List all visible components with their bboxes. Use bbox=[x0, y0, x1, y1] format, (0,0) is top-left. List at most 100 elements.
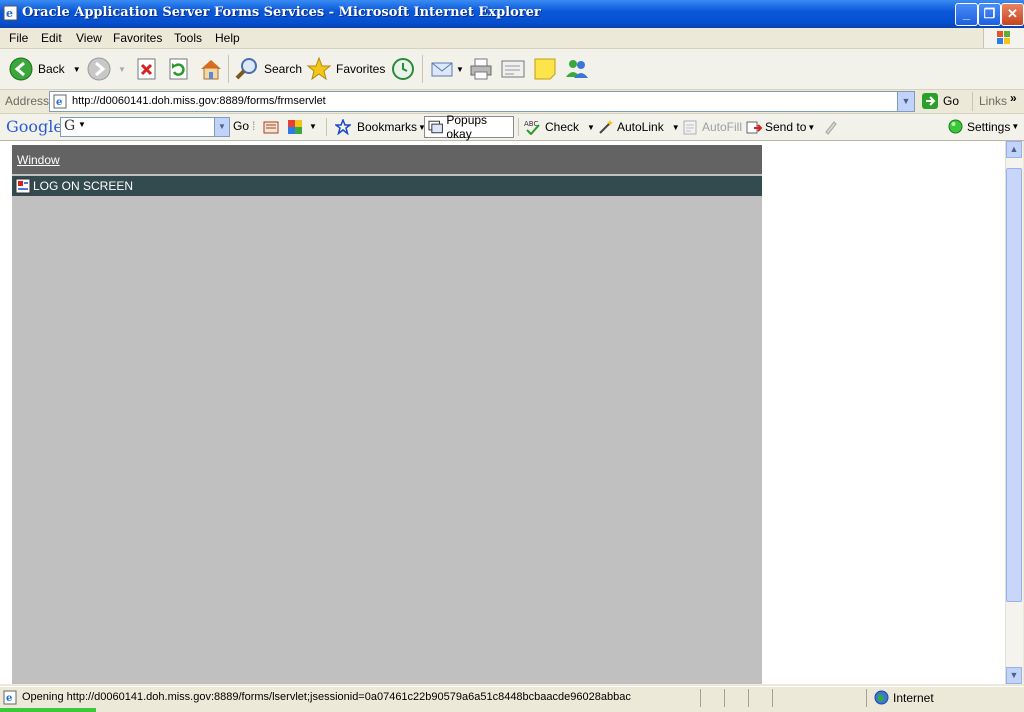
links-label[interactable]: Links bbox=[979, 94, 1007, 108]
search-icon bbox=[235, 58, 257, 80]
windows-logo bbox=[983, 28, 1024, 48]
links-chevron-icon[interactable]: » bbox=[1010, 91, 1017, 105]
go-label: Go bbox=[943, 94, 960, 108]
scrollbar-thumb[interactable] bbox=[1006, 168, 1022, 602]
bookmarks-star-icon bbox=[335, 119, 351, 135]
google-search-input[interactable]: G ▼ ▼ bbox=[60, 117, 230, 137]
mail-dropdown-icon[interactable]: ▼ bbox=[456, 65, 464, 74]
close-button[interactable]: ✕ bbox=[1001, 3, 1024, 26]
scroll-down-icon[interactable]: ▼ bbox=[1006, 667, 1022, 684]
maximize-button[interactable]: ❐ bbox=[978, 3, 1001, 26]
highlighter-icon[interactable] bbox=[822, 119, 838, 135]
autolink-button[interactable]: AutoLink ▼ bbox=[597, 119, 680, 135]
applet-menu-window-label: Window bbox=[17, 153, 60, 167]
settings-dropdown-icon: ▼ bbox=[1011, 122, 1020, 131]
svg-text:e: e bbox=[6, 693, 12, 704]
address-dropdown-icon[interactable]: ▼ bbox=[897, 92, 914, 111]
back-dropdown-icon[interactable]: ▼ bbox=[73, 65, 81, 74]
search-label: Search bbox=[264, 62, 303, 76]
mail-button[interactable]: ▼ bbox=[430, 55, 464, 83]
google-g-dropdown-icon[interactable]: ▼ bbox=[78, 120, 86, 129]
print-button[interactable] bbox=[468, 55, 494, 83]
forward-dropdown-icon[interactable]: ▼ bbox=[118, 65, 126, 74]
go-button[interactable]: Go bbox=[921, 92, 959, 110]
menu-tools[interactable]: Tools bbox=[174, 31, 202, 45]
google-search-dropdown-icon[interactable]: ▼ bbox=[214, 118, 229, 136]
status-page-icon: e bbox=[3, 690, 17, 705]
forward-button[interactable]: ▼ bbox=[86, 55, 126, 83]
autofill-button[interactable]: AutoFill bbox=[682, 119, 742, 135]
menu-view[interactable]: View bbox=[76, 31, 102, 45]
back-button[interactable]: Back ▼ bbox=[8, 55, 81, 83]
autolink-dropdown-icon: ▼ bbox=[671, 122, 680, 132]
applet-window-titlebar[interactable]: LOG ON SCREEN bbox=[12, 176, 762, 196]
search-button[interactable]: Search bbox=[234, 55, 302, 83]
sticky-note-icon bbox=[534, 58, 556, 80]
menu-edit[interactable]: Edit bbox=[41, 31, 62, 45]
messenger-button[interactable] bbox=[564, 55, 590, 83]
stop-button[interactable] bbox=[136, 55, 158, 83]
spellcheck-label: Check bbox=[545, 120, 580, 134]
applet-menu-bar: Window bbox=[12, 145, 762, 174]
svg-text:e: e bbox=[56, 97, 62, 108]
menu-favorites[interactable]: Favorites bbox=[113, 31, 162, 45]
google-toolbar: Google G ▼ ▼ Go ⁞ ▼ Bookmarks ▼ Popups o… bbox=[0, 113, 1024, 141]
loading-progress bbox=[0, 708, 96, 712]
status-bar: e Opening http://d0060141.doh.miss.gov:8… bbox=[0, 686, 1024, 709]
history-button[interactable] bbox=[390, 55, 416, 83]
back-arrow-icon bbox=[9, 57, 33, 81]
spellcheck-button[interactable]: ABC Check ▼ bbox=[524, 119, 595, 135]
address-label: Address bbox=[5, 94, 50, 108]
forms-applet: Window LOG ON SCREEN bbox=[12, 145, 762, 684]
news-icon[interactable] bbox=[262, 119, 280, 135]
favorites-button[interactable]: Favorites bbox=[306, 55, 385, 83]
notes-button[interactable] bbox=[532, 55, 558, 83]
spellcheck-icon: ABC bbox=[524, 120, 540, 135]
mail-icon bbox=[431, 62, 453, 77]
messenger-people-icon bbox=[566, 60, 588, 78]
svg-text:e: e bbox=[6, 7, 13, 20]
pagerank-icon[interactable] bbox=[287, 119, 303, 135]
vertical-scrollbar[interactable]: ▲ ▼ bbox=[1005, 141, 1023, 684]
autolink-wand-icon bbox=[599, 120, 613, 134]
edit-button[interactable] bbox=[500, 55, 526, 83]
minimize-button[interactable]: _ bbox=[955, 3, 978, 26]
popups-button[interactable]: Popups okay bbox=[424, 113, 514, 141]
refresh-button[interactable] bbox=[168, 55, 190, 83]
autofill-label: AutoFill bbox=[702, 120, 743, 134]
scroll-up-icon[interactable]: ▲ bbox=[1006, 141, 1022, 158]
address-input[interactable]: e http://d0060141.doh.miss.gov:8889/form… bbox=[49, 91, 915, 112]
sendto-dropdown-icon: ▼ bbox=[807, 122, 816, 132]
toolbar-grip-icon: ⁞ bbox=[252, 119, 256, 133]
menu-bar: File Edit View Favorites Tools Help bbox=[0, 28, 1024, 49]
google-go-button[interactable]: Go bbox=[233, 119, 249, 133]
pagerank-dropdown-icon[interactable]: ▼ bbox=[309, 122, 317, 131]
menu-file[interactable]: File bbox=[9, 31, 28, 45]
bookmarks-button[interactable]: Bookmarks ▼ bbox=[335, 119, 426, 135]
address-url: http://d0060141.doh.miss.gov:8889/forms/… bbox=[72, 95, 326, 107]
home-button[interactable] bbox=[198, 55, 224, 83]
google-logo[interactable]: Google bbox=[6, 117, 63, 136]
print-icon bbox=[470, 58, 492, 80]
home-icon bbox=[201, 60, 221, 80]
forms-window-icon bbox=[15, 178, 31, 194]
settings-label: Settings bbox=[967, 119, 1011, 134]
bookmarks-label: Bookmarks bbox=[357, 120, 418, 134]
forward-arrow-icon bbox=[87, 57, 111, 81]
page-content: Window LOG ON SCREEN bbox=[0, 141, 1005, 684]
favorites-label: Favorites bbox=[336, 62, 386, 76]
popup-window-icon bbox=[428, 120, 443, 134]
applet-menu-window[interactable]: Window bbox=[17, 153, 60, 167]
favorites-star-icon bbox=[306, 56, 332, 81]
standard-toolbar: Back ▼ ▼ Search Favorites ▼ bbox=[0, 49, 1024, 90]
sendto-label: Send to bbox=[765, 120, 807, 134]
settings-button[interactable]: Settings ▼ bbox=[948, 119, 1019, 134]
settings-ball-icon bbox=[948, 119, 963, 134]
sendto-button[interactable]: Send to ▼ bbox=[746, 119, 815, 135]
back-label: Back bbox=[38, 62, 65, 76]
address-bar: Address e http://d0060141.doh.miss.gov:8… bbox=[0, 90, 1024, 114]
sendto-icon bbox=[746, 121, 762, 134]
go-arrow-icon bbox=[922, 93, 938, 109]
ie-page-icon: e bbox=[3, 5, 18, 21]
menu-help[interactable]: Help bbox=[215, 31, 240, 45]
